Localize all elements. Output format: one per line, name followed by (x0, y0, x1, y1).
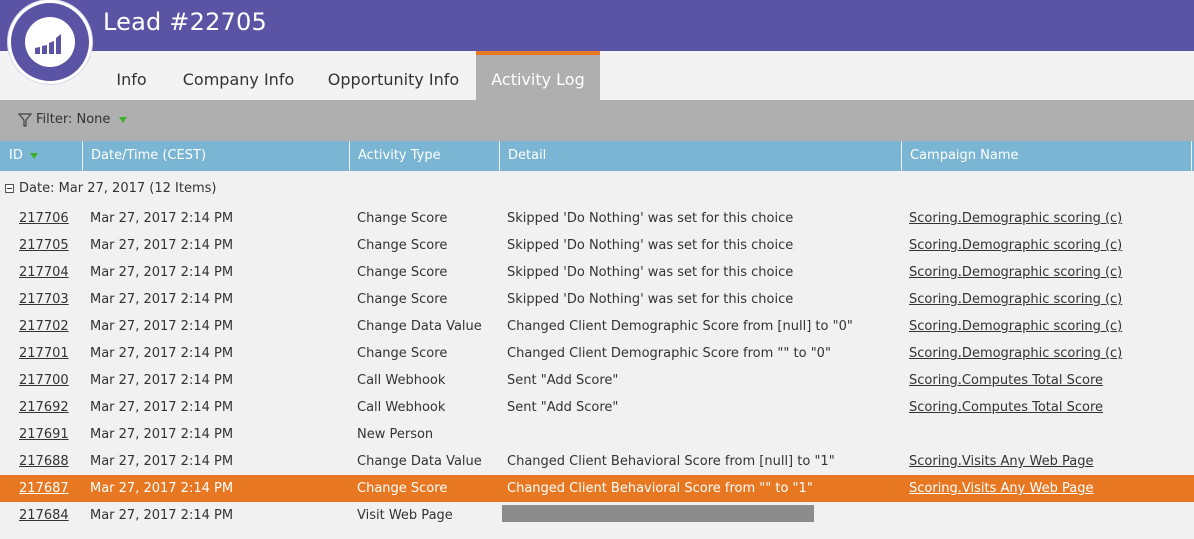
row-activity-type: Change Data Value (357, 454, 482, 469)
bars-logo-icon (25, 17, 75, 67)
table-row[interactable]: 217706 Mar 27, 2017 2:14 PM Change Score Sk… (0, 205, 1194, 232)
table-header: ID Date/Time (CEST) Activity Type Detail… (0, 141, 1194, 171)
row-datetime: Mar 27, 2017 2:14 PM (90, 481, 234, 496)
row-datetime: Mar 27, 2017 2:14 PM (90, 238, 234, 253)
row-id-link[interactable]: 217684 (19, 502, 69, 529)
table-row[interactable]: 217704 Mar 27, 2017 2:14 PM Change Score Sk… (0, 259, 1194, 286)
table-row[interactable]: 217701 Mar 27, 2017 2:14 PM Change Score Ch… (0, 340, 1194, 367)
row-id-link[interactable]: 217706 (19, 205, 69, 232)
row-id-link[interactable]: 217692 (19, 394, 69, 421)
row-activity-type: Change Score (357, 265, 448, 280)
row-activity-type: Call Webhook (357, 373, 446, 388)
table-row[interactable]: 217691 Mar 27, 2017 2:14 PM New Person (0, 421, 1194, 448)
tab-info[interactable]: Info (100, 51, 163, 100)
row-detail: Changed Client Demographic Score from [n… (507, 319, 853, 334)
column-id-label: ID (9, 148, 23, 163)
row-detail: Sent "Add Score" (507, 373, 619, 388)
row-detail: Skipped 'Do Nothing' was set for this ch… (507, 238, 794, 253)
page-title: Lead #22705 (103, 8, 267, 36)
row-campaign-link[interactable]: Scoring.Demographic scoring (c) (909, 259, 1122, 286)
row-detail: Skipped 'Do Nothing' was set for this ch… (507, 292, 794, 307)
row-datetime: Mar 27, 2017 2:14 PM (90, 373, 234, 388)
table-row[interactable]: 217705 Mar 27, 2017 2:14 PM Change Score Sk… (0, 232, 1194, 259)
row-id-link[interactable]: 217702 (19, 313, 69, 340)
table-row[interactable]: 217692 Mar 27, 2017 2:14 PM Call Webhook Se… (0, 394, 1194, 421)
row-datetime: Mar 27, 2017 2:14 PM (90, 454, 234, 469)
row-campaign-link[interactable]: Scoring.Visits Any Web Page (909, 448, 1093, 475)
sort-desc-icon (30, 152, 38, 159)
table-row[interactable]: 217700 Mar 27, 2017 2:14 PM Call Webhook Se… (0, 367, 1194, 394)
column-activity-type[interactable]: Activity Type (349, 141, 500, 171)
row-datetime: Mar 27, 2017 2:14 PM (90, 265, 234, 280)
row-campaign-link[interactable]: Scoring.Demographic scoring (c) (909, 313, 1122, 340)
row-activity-type: Visit Web Page (357, 508, 453, 523)
table-row[interactable]: 217702 Mar 27, 2017 2:14 PM Change Data Va… (0, 313, 1194, 340)
table-row[interactable]: 217684 Mar 27, 2017 2:14 PM Visit Web Page (0, 502, 1194, 529)
filter-label: Filter: None (36, 112, 111, 127)
row-datetime: Mar 27, 2017 2:14 PM (90, 508, 234, 523)
row-datetime: Mar 27, 2017 2:14 PM (90, 400, 234, 415)
row-activity-type: Change Score (357, 292, 448, 307)
dropdown-arrow-icon (119, 116, 128, 123)
filter-dropdown[interactable]: Filter: None (18, 112, 128, 127)
row-campaign-link[interactable]: Scoring.Demographic scoring (c) (909, 205, 1122, 232)
table-row[interactable]: 217703 Mar 27, 2017 2:14 PM Change Score Sk… (0, 286, 1194, 313)
row-detail: Skipped 'Do Nothing' was set for this ch… (507, 211, 794, 226)
row-campaign-link[interactable]: Scoring.Demographic scoring (c) (909, 286, 1122, 313)
row-activity-type: Change Score (357, 211, 448, 226)
row-campaign-link[interactable]: Scoring.Demographic scoring (c) (909, 232, 1122, 259)
row-detail: Changed Client Behavioral Score from [nu… (507, 454, 835, 469)
row-id-link[interactable]: 217687 (19, 475, 69, 502)
row-activity-type: Change Score (357, 346, 448, 361)
row-campaign-link[interactable]: Scoring.Computes Total Score (909, 394, 1103, 421)
date-group-header[interactable]: Date: Mar 27, 2017 (12 Items) (5, 181, 216, 196)
group-label: Date: Mar 27, 2017 (12 Items) (19, 181, 217, 196)
row-datetime: Mar 27, 2017 2:14 PM (90, 346, 234, 361)
column-campaign-name[interactable]: Campaign Name (901, 141, 1192, 171)
row-id-link[interactable]: 217700 (19, 367, 69, 394)
row-activity-type: Change Score (357, 238, 448, 253)
row-datetime: Mar 27, 2017 2:14 PM (90, 211, 234, 226)
row-datetime: Mar 27, 2017 2:14 PM (90, 319, 234, 334)
row-id-link[interactable]: 217705 (19, 232, 69, 259)
row-id-link[interactable]: 217701 (19, 340, 69, 367)
row-id-link[interactable]: 217704 (19, 259, 69, 286)
app-header: Lead #22705 (0, 0, 1194, 51)
row-detail: Changed Client Behavioral Score from "" … (507, 481, 813, 496)
row-activity-type: New Person (357, 427, 434, 442)
tab-opportunity-info[interactable]: Opportunity Info (314, 51, 473, 100)
row-activity-type: Change Score (357, 481, 448, 496)
column-id[interactable]: ID (0, 141, 83, 171)
row-detail: Changed Client Demographic Score from ""… (507, 346, 831, 361)
column-detail[interactable]: Detail (499, 141, 902, 171)
collapse-icon[interactable] (5, 184, 14, 193)
row-activity-type: Change Data Value (357, 319, 482, 334)
table-row[interactable]: 217687 Mar 27, 2017 2:14 PM Change Score Ch… (0, 475, 1194, 502)
row-id-link[interactable]: 217688 (19, 448, 69, 475)
row-datetime: Mar 27, 2017 2:14 PM (90, 292, 234, 307)
row-detail: Skipped 'Do Nothing' was set for this ch… (507, 265, 794, 280)
row-campaign-link[interactable]: Scoring.Demographic scoring (c) (909, 340, 1122, 367)
table-row[interactable]: 217688 Mar 27, 2017 2:14 PM Change Data Va… (0, 448, 1194, 475)
activity-table-body: 217706 Mar 27, 2017 2:14 PM Change Score Sk… (0, 205, 1194, 529)
filter-bar: Filter: None (0, 100, 1194, 141)
tab-company-info[interactable]: Company Info (167, 51, 310, 100)
row-id-link[interactable]: 217703 (19, 286, 69, 313)
row-datetime: Mar 27, 2017 2:14 PM (90, 427, 234, 442)
tab-bar: Info Company Info Opportunity Info Activ… (0, 51, 1194, 100)
row-activity-type: Call Webhook (357, 400, 446, 415)
column-datetime[interactable]: Date/Time (CEST) (82, 141, 350, 171)
tab-activity-log[interactable]: Activity Log (476, 51, 600, 100)
row-id-link[interactable]: 217691 (19, 421, 69, 448)
row-campaign-link[interactable]: Scoring.Computes Total Score (909, 367, 1103, 394)
row-detail: Sent "Add Score" (507, 400, 619, 415)
funnel-icon (18, 112, 32, 127)
row-campaign-link[interactable]: Scoring.Visits Any Web Page (909, 475, 1093, 502)
redacted-detail (502, 505, 814, 522)
marketo-logo[interactable] (8, 0, 92, 84)
